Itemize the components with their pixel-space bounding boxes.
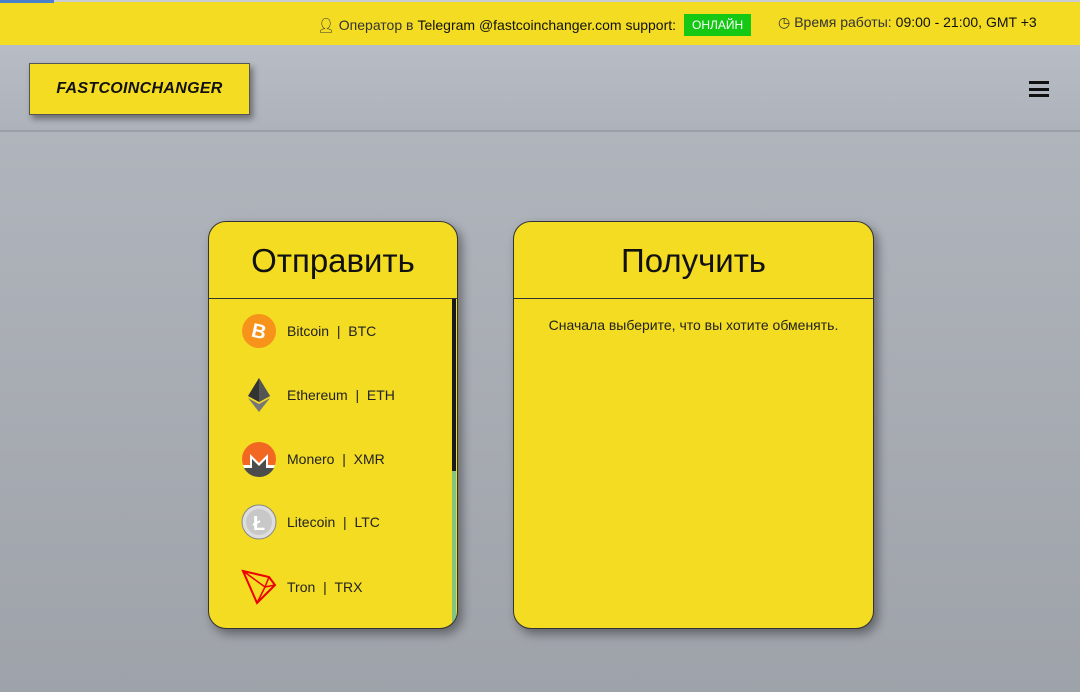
send-title: Отправить (209, 222, 457, 299)
currency-item-btc[interactable]: B Bitcoin | BTC (241, 313, 376, 349)
svg-text:Ł: Ł (253, 513, 265, 535)
send-panel: Отправить B Bitcoin | BTC Ethereum | ETH… (208, 221, 458, 629)
receive-hint: Сначала выберите, что вы хотите обменять… (548, 317, 839, 333)
receive-panel: Получить Сначала выберите, что вы хотите… (513, 221, 874, 629)
operator-label: Оператор в (338, 17, 414, 33)
logo[interactable]: FASTCOINCHANGER (29, 63, 250, 115)
top-bar: 👤︎ Оператор в Telegram @fastcoinchanger.… (0, 0, 1080, 45)
scrollbar[interactable] (452, 299, 456, 628)
working-hours: ◷ Время работы: 09:00 - 21:00, GMT +3 (778, 14, 1037, 31)
clock-icon: ◷ (778, 14, 791, 30)
menu-icon[interactable] (1029, 81, 1049, 97)
header: FASTCOINCHANGER (0, 45, 1080, 132)
currency-item-eth[interactable]: Ethereum | ETH (241, 377, 395, 413)
monero-icon (242, 442, 276, 477)
hours-value: 09:00 - 21:00, GMT +3 (895, 14, 1037, 30)
currency-item-ltc[interactable]: Ł Litecoin | LTC (241, 504, 380, 540)
litecoin-icon: Ł (241, 504, 277, 540)
telegram-link[interactable]: Telegram @fastcoinchanger.com support: (417, 17, 676, 33)
ethereum-icon (248, 378, 270, 412)
operator-info: 👤︎ Оператор в Telegram @fastcoinchanger.… (317, 14, 752, 36)
loading-bar (0, 0, 54, 3)
status-badge: ОНЛАЙН (684, 14, 752, 36)
user-icon: 👤︎ (317, 16, 335, 33)
bitcoin-icon: B (242, 314, 276, 348)
currency-item-trx[interactable]: Tron | TRX (241, 569, 362, 605)
receive-title: Получить (514, 222, 873, 299)
scrollbar-thumb[interactable] (452, 299, 456, 471)
currency-list: B Bitcoin | BTC Ethereum | ETH Monero | … (209, 299, 457, 628)
tron-icon (241, 569, 277, 605)
hours-label: Время работы: (794, 14, 892, 30)
currency-item-xmr[interactable]: Monero | XMR (241, 441, 385, 477)
